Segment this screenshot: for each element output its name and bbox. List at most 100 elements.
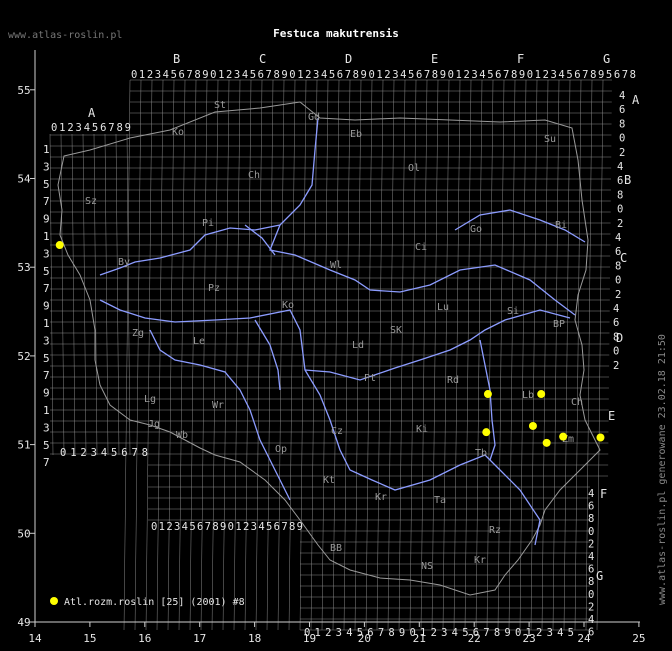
row-label: 2 bbox=[617, 218, 623, 230]
occurrence-point bbox=[596, 433, 605, 442]
region-label: By bbox=[118, 257, 130, 268]
column-digits-top: 0123456789012345678901234567890123456789… bbox=[131, 69, 636, 81]
row-label: 9 bbox=[43, 213, 50, 226]
x-tick-label: 17 bbox=[193, 632, 206, 645]
row-label: 8 bbox=[588, 576, 594, 588]
row-label: 5 bbox=[43, 352, 50, 365]
region-label: Ld bbox=[352, 340, 364, 351]
grid-line bbox=[71, 133, 76, 456]
region-label: Zg bbox=[132, 328, 144, 339]
region-label: Ci bbox=[415, 242, 427, 253]
region-label: Lu bbox=[437, 302, 449, 313]
legend-label: Atl.rozm.roslin [25] (2001) #8 bbox=[64, 597, 245, 608]
region-label: Lb bbox=[522, 390, 534, 401]
row-label: 6 bbox=[617, 175, 623, 187]
x-tick-label: 18 bbox=[248, 632, 261, 645]
row-label: 6 bbox=[619, 104, 625, 116]
region-label: Gd bbox=[308, 112, 320, 123]
region-label: Ol bbox=[408, 163, 420, 174]
region-label: Go bbox=[470, 224, 482, 235]
x-tick-label: 16 bbox=[138, 632, 151, 645]
row-label: 9 bbox=[43, 300, 50, 313]
row-label: 2 bbox=[613, 360, 619, 372]
x-tick-label: 14 bbox=[28, 632, 42, 645]
row-label: 8 bbox=[617, 189, 623, 201]
region-label: Ko bbox=[282, 300, 294, 311]
region-label: Kt bbox=[323, 475, 335, 486]
row-label: 6 bbox=[588, 564, 594, 576]
row-label: 8 bbox=[619, 118, 625, 130]
region-labels: St Ko Gd Eb Su Ch Ol Sz Pi By Ci Bi Pz Go Wl Si BP Zg Le Ko… bbox=[85, 100, 583, 572]
grid-line bbox=[82, 133, 87, 456]
distribution-map: Festuca makutrensis www.atlas-roslin.pl … bbox=[8, 27, 668, 645]
row-label: 3 bbox=[43, 334, 50, 347]
row-label: 8 bbox=[588, 513, 594, 525]
row-label: 0 bbox=[617, 204, 623, 216]
row-label: 2 bbox=[615, 289, 621, 301]
row-label: 1 bbox=[43, 230, 50, 243]
legend: Atl.rozm.roslin [25] (2001) #8 bbox=[50, 597, 245, 608]
row-label: 1 bbox=[43, 317, 50, 330]
region-label: Ta bbox=[434, 495, 446, 506]
column-letter: E bbox=[431, 52, 438, 66]
region-label: Wb bbox=[176, 430, 188, 441]
region-label: SK bbox=[390, 325, 402, 336]
region-label: Kr bbox=[375, 492, 387, 503]
occurrence-point bbox=[542, 438, 551, 447]
x-tick-label: 25 bbox=[632, 632, 645, 645]
row-letter: A bbox=[632, 93, 640, 107]
y-tick-label: 53 bbox=[17, 261, 30, 274]
column-digits-left: 0123456789 bbox=[51, 122, 131, 134]
row-letter: E bbox=[608, 409, 615, 423]
row-label: 4 bbox=[619, 90, 625, 102]
row-label: 1 bbox=[43, 404, 50, 417]
column-letter: A bbox=[88, 106, 96, 120]
column-letter: C bbox=[259, 52, 266, 66]
region-label: Wl bbox=[330, 260, 342, 271]
y-tick-label: 50 bbox=[17, 527, 30, 540]
region-label: Pi bbox=[202, 218, 214, 229]
row-label: 7 bbox=[43, 456, 50, 469]
row-letter: G bbox=[596, 569, 603, 583]
region-label: Ch bbox=[248, 170, 260, 181]
occurrence-point bbox=[528, 421, 537, 430]
row-letter: D bbox=[616, 331, 623, 345]
region-label: Le bbox=[193, 336, 205, 347]
occurrence-point bbox=[537, 390, 546, 399]
occurrence-point bbox=[482, 428, 491, 437]
row-label: 2 bbox=[588, 601, 594, 613]
row-label: 6 bbox=[588, 627, 594, 639]
y-tick-label: 51 bbox=[17, 439, 30, 452]
row-label: 4 bbox=[615, 232, 621, 244]
region-label: St bbox=[214, 100, 226, 111]
y-tick-label: 49 bbox=[17, 616, 30, 629]
region-label: Pt bbox=[364, 373, 376, 384]
region-label: Eb bbox=[350, 129, 362, 140]
region-label: Ko bbox=[172, 127, 184, 138]
region-label: Kr bbox=[474, 555, 486, 566]
region-label: Cz bbox=[331, 426, 343, 437]
region-label: Ki bbox=[416, 424, 428, 435]
occurrence-point bbox=[559, 432, 568, 441]
region-label: Si bbox=[507, 306, 519, 317]
column-letter: B bbox=[173, 52, 180, 66]
region-label: Rd bbox=[447, 375, 459, 386]
country-border bbox=[57, 101, 601, 596]
region-label: Wr bbox=[212, 400, 224, 411]
row-label: 2 bbox=[619, 147, 625, 159]
region-label: Rz bbox=[489, 525, 501, 536]
row-label: 0 bbox=[615, 275, 621, 287]
region-label: NS bbox=[421, 561, 433, 572]
region-label: Ch bbox=[571, 397, 583, 408]
y-tick-label: 55 bbox=[17, 84, 30, 97]
row-label: 3 bbox=[43, 247, 50, 260]
row-letter: B bbox=[624, 173, 631, 187]
region-label: Tb bbox=[475, 448, 487, 459]
row-letter: C bbox=[620, 251, 627, 265]
row-label: 5 bbox=[43, 439, 50, 452]
row-label: 7 bbox=[43, 282, 50, 295]
row-label: 0 bbox=[588, 589, 594, 601]
row-label: 6 bbox=[613, 317, 619, 329]
grid-line bbox=[115, 133, 120, 456]
region-label: BB bbox=[330, 543, 342, 554]
